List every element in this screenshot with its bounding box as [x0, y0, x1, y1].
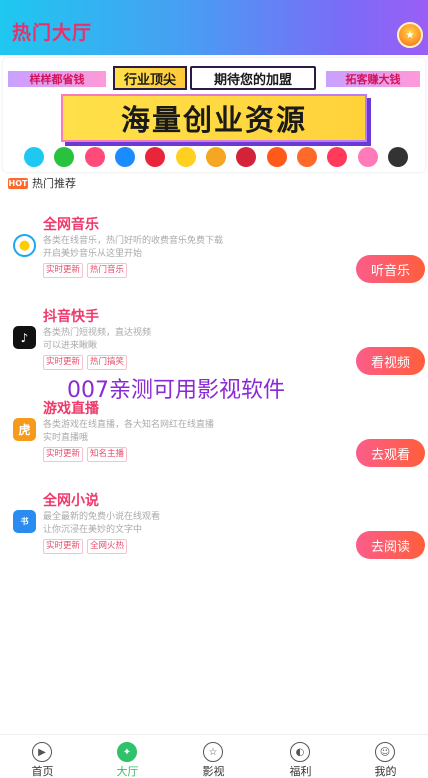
kugou-icon — [115, 147, 135, 167]
card-tags: 实时更新 知名主播 — [43, 447, 128, 462]
pacman-icon: ◐ — [290, 742, 310, 762]
iqiyi-icon — [54, 147, 74, 167]
tab-hall[interactable]: ✦ 大厅 — [85, 735, 170, 778]
tab-mine[interactable]: ☺ 我的 — [343, 735, 428, 778]
card-description: 各类在线音乐，热门好听的收费音乐免费下载 开启美妙音乐从这里开始 — [43, 235, 283, 261]
card-title: 抖音快手 — [43, 309, 99, 325]
tag-category: 热门搞笑 — [87, 355, 128, 370]
listen-music-button[interactable]: 听音乐 — [356, 255, 425, 283]
banner-app-icons — [19, 147, 413, 167]
tag-realtime: 实时更新 — [43, 355, 84, 370]
tiktok-icon: ♪ — [13, 326, 36, 349]
page-title: 热门大厅 — [12, 22, 93, 44]
netease-music-icon — [145, 147, 165, 167]
card-description: 各类游戏在线直播，各大知名网红在线直播 实时直播哦 — [43, 419, 283, 445]
card-desc-line-1: 各类热门短视频，直达视频 — [43, 328, 152, 338]
tab-label: 我的 — [374, 765, 397, 778]
card-music[interactable]: ● 全网音乐 各类在线音乐，热门好听的收费音乐免费下载 开启美妙音乐从这里开始 … — [0, 214, 428, 294]
weishi-icon — [327, 147, 347, 167]
card-novel[interactable]: 书 全网小说 最全最新的免费小说在线观看 让你沉浸在美妙的文字中 实时更新 全网… — [0, 490, 428, 570]
tab-label: 大厅 — [116, 765, 139, 778]
banner-left-text: 样样都省钱 — [8, 71, 106, 87]
tab-label: 首页 — [31, 765, 54, 778]
watch-live-button[interactable]: 去观看 — [356, 439, 425, 467]
banner-main-plate: 海量创业资源 — [61, 94, 367, 142]
card-desc-line-2: 让你沉浸在美妙的文字中 — [43, 525, 143, 535]
smile-icon: ☺ — [375, 742, 395, 762]
card-title: 全网音乐 — [43, 217, 99, 233]
momo-icon — [297, 147, 317, 167]
hot-section-heading: HOT 热门推荐 — [8, 176, 76, 190]
watermark-text: 007亲测可用影视软件 — [67, 378, 285, 403]
section-title: 热门推荐 — [32, 177, 76, 190]
card-desc-line-1: 最全最新的免费小说在线观看 — [43, 512, 161, 522]
banner-main-text: 海量创业资源 — [63, 96, 365, 140]
tab-label: 影视 — [202, 765, 225, 778]
card-desc-line-1: 各类在线音乐，热门好听的收费音乐免费下载 — [43, 236, 224, 246]
tiger-mascot-icon: 虎 — [13, 418, 36, 441]
card-title: 全网小说 — [43, 493, 99, 509]
qq-red-icon — [236, 147, 256, 167]
hot-badge: HOT — [8, 177, 28, 189]
card-description: 各类热门短视频，直达视频 可以进来瞅瞅 — [43, 327, 283, 353]
tab-welfare[interactable]: ◐ 福利 — [258, 735, 343, 778]
promo-banner[interactable]: 样样都省钱 行业顶尖 期待您的加盟 拓客赚大钱 海量创业资源 — [3, 58, 425, 172]
vip-badge-icon[interactable]: ★ — [397, 22, 423, 48]
tag-realtime: 实时更新 — [43, 447, 84, 462]
header-bar: 热门大厅 ★ — [0, 0, 428, 55]
tab-label: 福利 — [289, 765, 312, 778]
tag-realtime: 实时更新 — [43, 539, 84, 554]
tab-home[interactable]: ▶ 首页 — [0, 735, 85, 778]
card-tags: 实时更新 热门音乐 — [43, 263, 128, 278]
card-tags: 实时更新 热门搞笑 — [43, 355, 128, 370]
card-desc-line-2: 实时直播哦 — [43, 433, 89, 443]
headphones-icon — [388, 147, 408, 167]
banner-chip-1: 行业顶尖 — [113, 66, 187, 90]
ximalaya-icon — [267, 147, 287, 167]
card-description: 最全最新的免费小说在线观看 让你沉浸在美妙的文字中 — [43, 511, 283, 537]
weibo-icon — [358, 147, 378, 167]
tag-realtime: 实时更新 — [43, 263, 84, 278]
leaf-icon: ✦ — [117, 742, 137, 762]
play-circle-icon: ▶ — [32, 742, 52, 762]
yellow-mascot-icon — [176, 147, 196, 167]
tag-category: 热门音乐 — [87, 263, 128, 278]
banner-right-text: 拓客赚大钱 — [326, 71, 420, 87]
tencent-video-icon — [24, 147, 44, 167]
card-game-live[interactable]: 虎 游戏直播 各类游戏在线直播，各大知名网红在线直播 实时直播哦 实时更新 知名… — [0, 398, 428, 478]
tag-category: 全网火热 — [87, 539, 128, 554]
card-desc-line-1: 各类游戏在线直播，各大知名网红在线直播 — [43, 420, 215, 430]
qq-icon — [206, 147, 226, 167]
tag-category: 知名主播 — [87, 447, 128, 462]
card-tags: 实时更新 全网火热 — [43, 539, 128, 554]
card-desc-line-2: 开启美妙音乐从这里开始 — [43, 249, 143, 259]
card-desc-line-2: 可以进来瞅瞅 — [43, 341, 98, 351]
tab-video[interactable]: ☆ 影视 — [171, 735, 256, 778]
bottom-tab-bar: ▶ 首页 ✦ 大厅 ☆ 影视 ◐ 福利 ☺ 我的 — [0, 734, 428, 778]
music-disc-icon: ● — [13, 234, 36, 257]
novel-book-icon: 书 — [13, 510, 36, 533]
banner-chip-2: 期待您的加盟 — [190, 66, 316, 90]
read-novel-button[interactable]: 去阅读 — [356, 531, 425, 559]
star-badge-icon: ☆ — [203, 742, 223, 762]
youku-icon — [85, 147, 105, 167]
watch-video-button[interactable]: 看视频 — [356, 347, 425, 375]
